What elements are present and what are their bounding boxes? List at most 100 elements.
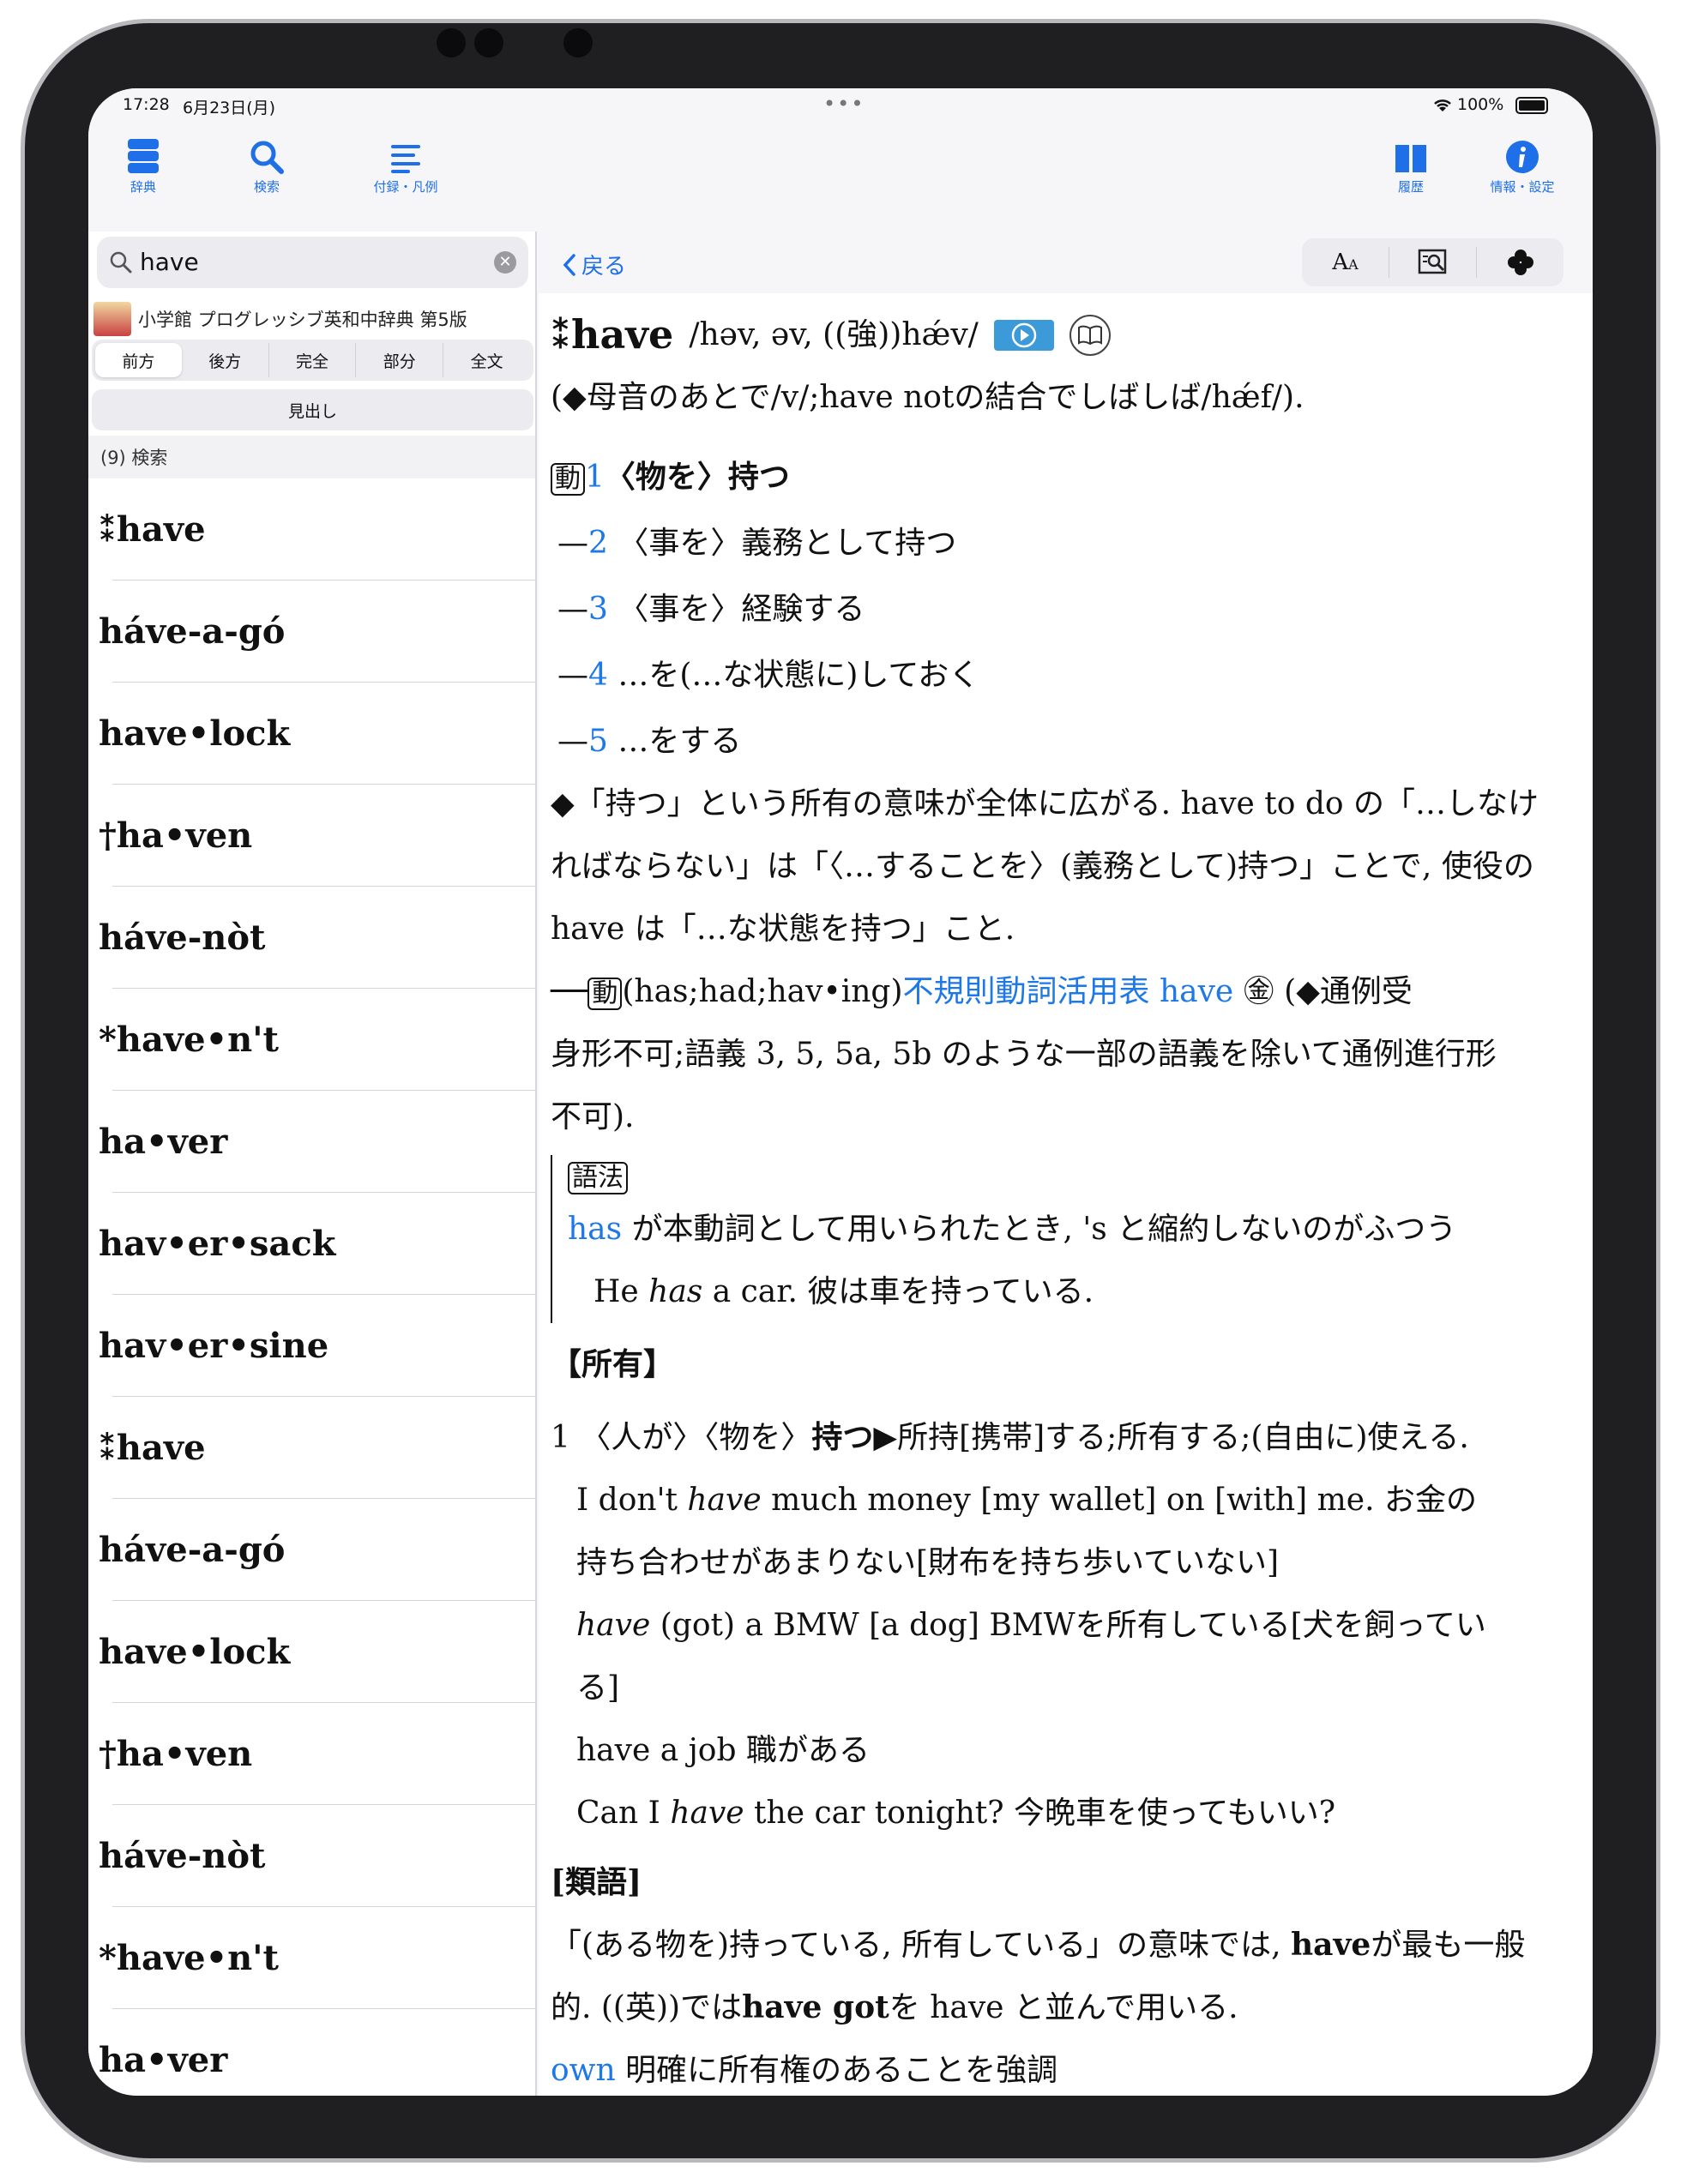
battery-icon <box>1515 97 1548 114</box>
synonym-text: own 明確に所有権のあることを強調 <box>551 2039 1580 2096</box>
status-time: 17:28 <box>123 95 170 114</box>
segment-suffix[interactable]: 後方 <box>182 343 269 377</box>
info-icon <box>1506 141 1539 173</box>
result-item[interactable]: *have•n't <box>88 1907 535 2009</box>
dash: ── <box>551 974 588 1009</box>
sense-bold: 持つ <box>811 1419 874 1455</box>
sense-text: 〈人が〉〈物を〉 <box>580 1420 812 1455</box>
entry-tools: AA <box>1302 238 1564 286</box>
sense-item[interactable]: —3 〈事を〉経験する <box>551 578 1580 641</box>
search-tab-button[interactable]: 検索 <box>198 129 335 196</box>
has-link[interactable]: has <box>568 1212 622 1247</box>
pos-label: 動 <box>551 463 585 496</box>
sense-number: 3 <box>588 592 608 627</box>
synonym-text: 「(ある物を)持っている, 所有している」の意味では, haveが最も一般 <box>551 1914 1580 1976</box>
example-italic: have <box>687 1483 762 1518</box>
play-audio-button[interactable] <box>993 319 1054 351</box>
find-in-page-icon <box>1418 249 1446 274</box>
entry-paragraph: have は「…な状態を持つ」こと. <box>551 912 1015 947</box>
search-input[interactable]: have <box>140 248 199 276</box>
search-field[interactable]: have ✕ <box>97 237 528 288</box>
sense-number: 4 <box>588 658 608 693</box>
info-settings-button[interactable]: 情報・設定 <box>1454 129 1591 196</box>
search-tab-label: 検索 <box>253 179 280 195</box>
example: I don't have much money [my wallet] on [… <box>551 1469 1580 1531</box>
segment-fulltext[interactable]: 全文 <box>443 343 530 377</box>
segment-partial[interactable]: 部分 <box>356 343 444 377</box>
search-sidebar: have ✕ 小学館 プログレッシブ英和中辞典 第5版 前方 後方 完全 部分 … <box>88 232 537 2096</box>
result-item[interactable]: ha•ver <box>88 2009 535 2096</box>
entry-header: ⁑have /həv, əv, ((強))hǽv/ <box>551 304 1580 366</box>
inflection-line: ── 動 (has;had;hav•ing)不規則動詞活用表 have ㊎ (◆通例… <box>551 960 1580 1023</box>
synonym-bold: have <box>1290 1927 1371 1963</box>
dictionary-button[interactable]: 辞典 <box>88 129 212 196</box>
play-icon <box>1011 322 1037 347</box>
result-item[interactable]: háve-nòt <box>88 887 535 989</box>
example-italic: have <box>576 1608 651 1643</box>
result-item[interactable]: have•lock <box>88 683 535 785</box>
result-item[interactable]: hav•er•sack <box>88 1193 535 1295</box>
camera-dot <box>474 28 503 57</box>
segment-prefix[interactable]: 前方 <box>95 343 182 377</box>
sense-gloss: ▶所持[携帯]する;所有する;(自由に)使える. <box>873 1420 1469 1455</box>
dictionary-selector[interactable]: 小学館 プログレッシブ英和中辞典 第5版 <box>93 302 531 336</box>
usage-text: が本動詞として用いられたとき, 's と縮約しないのがふつう <box>622 1212 1457 1247</box>
search-field-icon <box>110 251 132 274</box>
info-settings-label: 情報・設定 <box>1490 179 1555 195</box>
sense-definition: 1 〈人が〉〈物を〉持つ▶所持[携帯]する;所有する;(自由に)使える. <box>551 1406 1580 1469</box>
clover-menu-button[interactable] <box>1477 247 1564 278</box>
book-open-icon <box>1077 325 1102 345</box>
result-item[interactable]: ⁑have <box>88 1397 535 1499</box>
appendix-label: 付録・凡例 <box>373 179 438 195</box>
synonym-part: が最も一般 <box>1371 1928 1526 1963</box>
entry-pronunciation: /həv, əv, ((強))hǽv/ <box>689 317 979 352</box>
irregular-verb-table-link[interactable]: 不規則動詞活用表 have <box>903 974 1234 1009</box>
result-item[interactable]: hav•er•sine <box>88 1295 535 1397</box>
synonym-part: を have と並んで用いる. <box>889 1990 1238 2025</box>
sense-number: 1 <box>551 1420 570 1455</box>
result-item[interactable]: †ha•ven <box>88 1703 535 1805</box>
result-item[interactable]: háve-nòt <box>88 1805 535 1907</box>
result-item[interactable]: †ha•ven <box>88 785 535 887</box>
result-item[interactable]: have•lock <box>88 1601 535 1703</box>
sense-item[interactable]: —5 …をする <box>551 710 1580 773</box>
result-item[interactable]: *have•n't <box>88 989 535 1091</box>
status-bar: 17:28 6月23日(月) ••• 100% <box>88 88 1593 123</box>
usage-example: He has a car. 彼は車を持っている. <box>568 1260 1580 1323</box>
chevron-left-icon <box>563 253 575 276</box>
headword-scope-button[interactable]: 見出し <box>92 389 533 430</box>
reading-button[interactable] <box>1069 314 1111 356</box>
entry-pane: 戻る AA ⁑have /həv, əv, ((強))hǽv/ (◆母音のあとで… <box>539 232 1593 2096</box>
font-size-button[interactable]: AA <box>1302 247 1389 278</box>
dictionary-cover-icon <box>93 302 131 336</box>
entry-content: ⁑have /həv, əv, ((強))hǽv/ (◆母音のあとで/v/;ha… <box>551 304 1580 2096</box>
result-item[interactable]: ⁑have <box>88 478 535 581</box>
sense-text: 〈物を〉持つ <box>604 459 790 495</box>
camera-dot <box>437 28 466 57</box>
example-italic: have <box>670 1796 744 1831</box>
result-item[interactable]: háve-a-gó <box>88 1499 535 1601</box>
clear-search-icon[interactable]: ✕ <box>494 251 516 274</box>
clover-icon <box>1507 250 1533 275</box>
segment-exact[interactable]: 完全 <box>269 343 357 377</box>
back-button[interactable]: 戻る <box>563 249 626 280</box>
dictionary-title: 小学館 プログレッシブ英和中辞典 第5版 <box>138 310 467 330</box>
find-in-page-button[interactable] <box>1389 247 1477 278</box>
sense-item[interactable]: —2 〈事を〉義務として持つ <box>551 512 1580 575</box>
multitask-dots-icon[interactable]: ••• <box>823 92 865 116</box>
dictionary-stack-icon <box>128 139 159 173</box>
inflection-forms: (has;had;hav•ing) <box>622 974 903 1009</box>
own-link[interactable]: own <box>551 2053 616 2088</box>
back-label: 戻る <box>581 254 627 280</box>
synonym-part: 明確に所有権のあることを強調 <box>615 2053 1058 2088</box>
sense-item[interactable]: 動 1〈物を〉持つ <box>551 446 1580 508</box>
sense-item[interactable]: —4 …を(…な状態に)しておく <box>551 644 1580 707</box>
example: Can I have the car tonight? 今晩車を使ってもいい? <box>551 1782 1580 1844</box>
sense-text: 〈事を〉経験する <box>618 592 865 627</box>
appendix-button[interactable]: 付録・凡例 <box>337 129 474 196</box>
history-label: 履歴 <box>1397 179 1424 195</box>
result-item[interactable]: háve-a-gó <box>88 581 535 683</box>
result-item[interactable]: ha•ver <box>88 1091 535 1193</box>
entry-paragraph: 不可). <box>551 1099 635 1134</box>
dictionary-label: 辞典 <box>130 179 156 195</box>
